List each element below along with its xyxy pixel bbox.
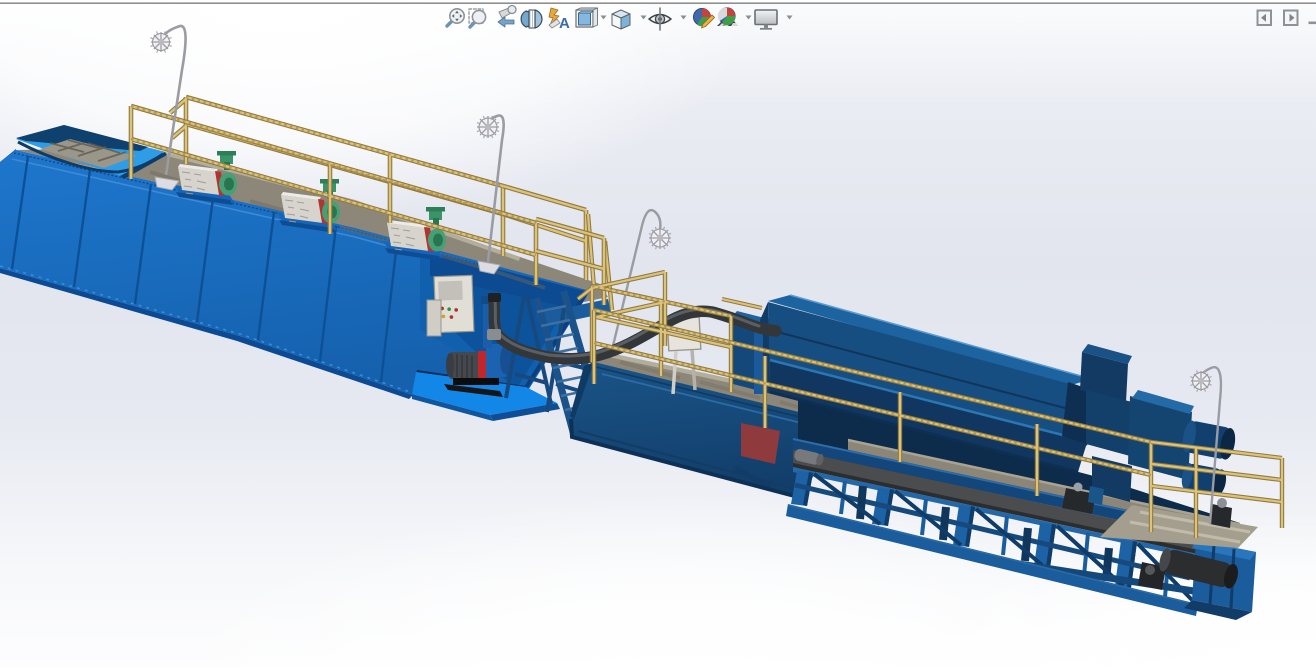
svg-text:A: A [559, 15, 570, 32]
